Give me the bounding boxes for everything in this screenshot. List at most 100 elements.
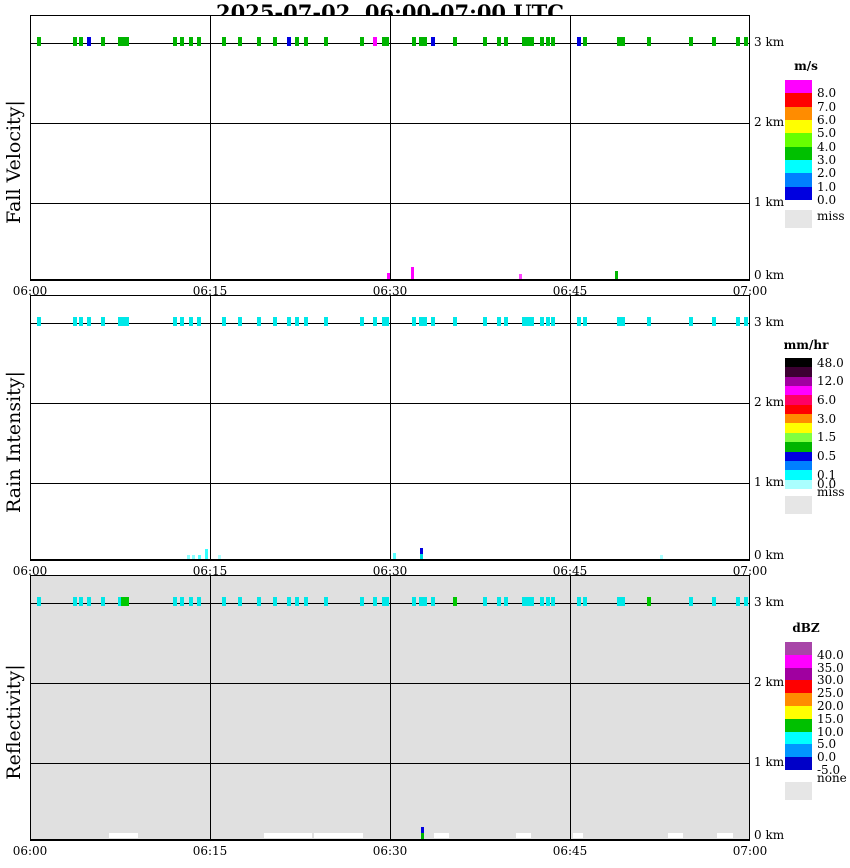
echo-tick bbox=[197, 317, 201, 326]
echo-tick bbox=[73, 37, 78, 46]
legend-color-band bbox=[785, 479, 812, 490]
surface-white-patch bbox=[314, 833, 364, 838]
echo-tick bbox=[303, 37, 308, 46]
echo-tick bbox=[79, 37, 84, 46]
echo-tick bbox=[497, 37, 501, 46]
surface-echo bbox=[387, 273, 391, 279]
legend-value-label: 48.0 bbox=[817, 355, 844, 370]
echo-tick bbox=[583, 317, 588, 326]
legend-color-band bbox=[785, 146, 812, 161]
echo-tick bbox=[431, 317, 435, 326]
echo-tick bbox=[711, 317, 716, 326]
echo-tick bbox=[452, 597, 457, 606]
legend-value-label: 6.0 bbox=[817, 112, 837, 127]
echo-tick bbox=[504, 597, 509, 606]
legend-value-label: 6.0 bbox=[817, 393, 837, 408]
echo-tick bbox=[711, 597, 716, 606]
echo-tick bbox=[324, 37, 329, 46]
altitude-gridline bbox=[31, 403, 749, 404]
legend-value-label: 12.0 bbox=[817, 374, 844, 389]
legend-color-band bbox=[785, 744, 812, 758]
time-axis-label: 06:15 bbox=[192, 284, 228, 298]
echo-tick bbox=[583, 37, 588, 46]
echo-tick bbox=[422, 317, 427, 326]
surface-white-patch bbox=[263, 833, 312, 838]
legend-value-label: 3.0 bbox=[817, 411, 837, 426]
echo-tick bbox=[551, 597, 555, 606]
altitude-gridline bbox=[31, 203, 749, 204]
legend-missing-band bbox=[785, 782, 812, 800]
echo-tick bbox=[287, 597, 291, 606]
echo-tick bbox=[482, 317, 487, 326]
legend-color-band bbox=[785, 757, 812, 771]
echo-tick bbox=[86, 317, 91, 326]
echo-tick bbox=[744, 597, 749, 606]
time-axis-label: 07:00 bbox=[732, 844, 768, 858]
reflectivity-axis-label: Reflectivity| bbox=[3, 663, 25, 780]
surface-echo bbox=[659, 555, 663, 559]
altitude-gridline bbox=[31, 683, 749, 684]
altitude-axis-label: 2 km bbox=[754, 395, 785, 409]
echo-tick bbox=[197, 597, 201, 606]
altitude-axis-label: 2 km bbox=[754, 115, 785, 129]
legend-color-band bbox=[785, 667, 812, 681]
surface-white-patch bbox=[109, 833, 138, 838]
legend-value-label: 3.0 bbox=[817, 152, 837, 167]
surface-white-patch bbox=[434, 833, 449, 838]
echo-tick bbox=[120, 597, 129, 606]
echo-tick bbox=[295, 317, 300, 326]
legend-color-band bbox=[785, 718, 812, 733]
legend-color-band bbox=[785, 159, 812, 174]
altitude-axis-label: 3 km bbox=[754, 595, 785, 609]
echo-tick bbox=[287, 317, 291, 326]
echo-tick bbox=[180, 317, 185, 326]
time-axis-label: 06:30 bbox=[372, 564, 408, 578]
echo-tick bbox=[373, 597, 378, 606]
legend-color-band bbox=[785, 693, 812, 707]
echo-tick bbox=[735, 37, 740, 46]
time-axis-label: 06:00 bbox=[12, 844, 48, 858]
altitude-axis-label: 1 km bbox=[754, 475, 785, 489]
fall-velocity-axis-label: Fall Velocity| bbox=[3, 99, 25, 224]
time-axis-label: 06:45 bbox=[552, 284, 588, 298]
legend-color-band bbox=[785, 80, 812, 94]
echo-tick bbox=[583, 597, 588, 606]
altitude-gridline bbox=[31, 483, 749, 484]
echo-tick bbox=[431, 597, 435, 606]
time-gridline bbox=[210, 16, 211, 279]
surface-echo bbox=[411, 267, 415, 279]
echo-tick bbox=[497, 597, 501, 606]
echo-tick bbox=[303, 597, 308, 606]
surface-echo bbox=[419, 554, 423, 559]
altitude-axis-label: 1 km bbox=[754, 195, 785, 209]
legend-value-label: 1.0 bbox=[817, 179, 837, 194]
legend-color-band bbox=[785, 106, 812, 121]
echo-tick bbox=[180, 597, 185, 606]
surface-white-patch bbox=[515, 833, 532, 838]
echo-tick bbox=[689, 317, 693, 326]
echo-tick bbox=[237, 37, 242, 46]
echo-tick bbox=[287, 37, 291, 46]
rain-intensity-plot bbox=[30, 295, 750, 561]
echo-tick bbox=[577, 317, 582, 326]
echo-tick bbox=[295, 597, 300, 606]
altitude-axis-label: 3 km bbox=[754, 35, 785, 49]
echo-tick bbox=[577, 37, 582, 46]
echo-tick bbox=[647, 37, 651, 46]
echo-tick bbox=[551, 37, 555, 46]
time-axis-label: 06:45 bbox=[552, 844, 588, 858]
echo-tick bbox=[411, 317, 416, 326]
echo-tick bbox=[173, 597, 177, 606]
time-axis-label: 06:45 bbox=[552, 564, 588, 578]
echo-tick bbox=[360, 597, 365, 606]
echo-tick bbox=[617, 597, 626, 606]
surface-echo bbox=[519, 274, 523, 279]
echo-tick bbox=[324, 597, 329, 606]
time-axis-label: 06:00 bbox=[12, 564, 48, 578]
echo-tick bbox=[360, 317, 365, 326]
legend-color-band bbox=[785, 470, 812, 481]
altitude-axis-label: 2 km bbox=[754, 675, 785, 689]
echo-tick bbox=[689, 37, 693, 46]
time-gridline bbox=[570, 16, 571, 279]
echo-tick bbox=[431, 37, 435, 46]
